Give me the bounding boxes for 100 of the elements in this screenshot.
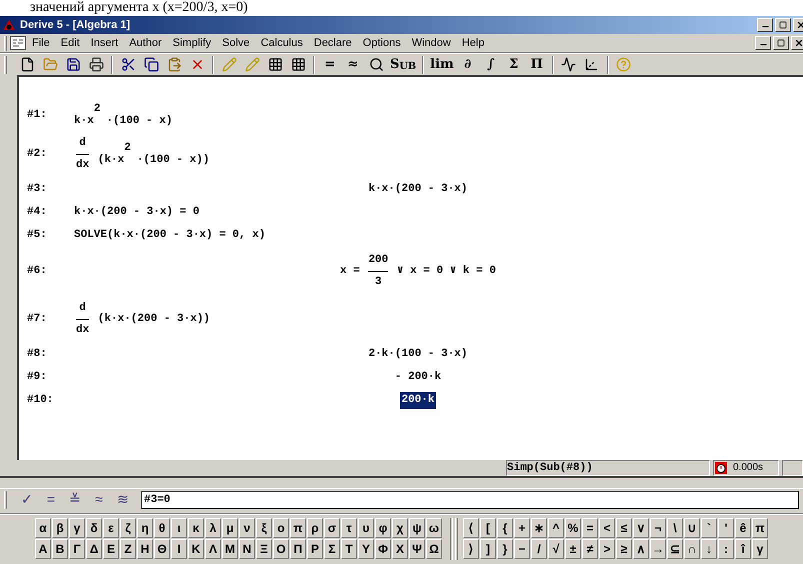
greek-letter-button[interactable]: σ (324, 518, 340, 538)
menu-item[interactable]: Calculus (256, 38, 308, 48)
math-symbol-button[interactable]: < (599, 518, 615, 538)
math-symbol-button[interactable]: γ (752, 539, 768, 559)
math-symbol-button[interactable]: ⊆ (667, 539, 683, 559)
math-symbol-button[interactable]: ] (480, 539, 496, 559)
toolbar-button[interactable]: Π (526, 54, 548, 74)
greek-letter-button[interactable]: γ (69, 518, 85, 538)
greek-letter-button[interactable]: ε (103, 518, 119, 538)
greek-letter-button[interactable]: Υ (358, 539, 374, 559)
toolbar-button[interactable]: Σ (502, 54, 525, 74)
greek-letter-button[interactable]: ξ (256, 518, 272, 538)
minimize-button[interactable] (757, 18, 773, 32)
greek-letter-button[interactable]: Κ (188, 539, 204, 559)
math-symbol-button[interactable]: > (599, 539, 615, 559)
menu-item[interactable]: Window (406, 38, 456, 48)
math-symbol-button[interactable]: ⟩ (463, 539, 479, 559)
greek-letter-button[interactable]: Ω (426, 539, 442, 559)
author-mode-button[interactable]: ≚ (63, 490, 87, 510)
greek-letter-button[interactable]: φ (375, 518, 391, 538)
greek-letter-button[interactable]: ρ (307, 518, 323, 538)
greek-letter-button[interactable]: ι (171, 518, 187, 538)
greek-letter-button[interactable]: θ (154, 518, 170, 538)
expression-input[interactable]: #3=0 (141, 490, 799, 508)
greek-letter-button[interactable]: Ρ (307, 539, 323, 559)
greek-letter-button[interactable]: Β (52, 539, 68, 559)
author-mode-button[interactable]: ≈ (87, 490, 111, 510)
math-symbol-button[interactable]: = (582, 518, 598, 538)
greek-letter-button[interactable]: μ (222, 518, 238, 538)
math-symbol-button[interactable]: : (718, 539, 734, 559)
toolbar-button[interactable]: ∫ (480, 54, 502, 74)
greek-letter-button[interactable]: κ (188, 518, 204, 538)
greek-letter-button[interactable]: Σ (324, 539, 340, 559)
menu-item[interactable]: Options (358, 38, 406, 48)
greek-letter-button[interactable]: ν (239, 518, 255, 538)
restore-button[interactable] (775, 18, 791, 32)
greek-letter-button[interactable]: Γ (69, 539, 85, 559)
expression[interactable]: x = 200 3 ∨ x = 0 ∨ k = 0 (339, 252, 497, 290)
greek-letter-button[interactable]: Ξ (256, 539, 272, 559)
greek-letter-button[interactable]: Π (290, 539, 306, 559)
math-symbol-button[interactable]: ∩ (684, 539, 700, 559)
math-symbol-button[interactable]: ∨ (633, 518, 649, 538)
menu-item[interactable]: Solve (217, 38, 255, 48)
menu-item[interactable]: Help (456, 38, 490, 48)
math-symbol-button[interactable]: ' (718, 518, 734, 538)
math-symbol-button[interactable]: ¬ (650, 518, 666, 538)
greek-letter-button[interactable]: δ (86, 518, 102, 538)
author-mode-button[interactable]: ≋ (111, 490, 135, 510)
expression[interactable]: 2·k·(100 - 3·x) (367, 346, 469, 363)
menu-item[interactable]: Simplify (168, 38, 216, 48)
menu-item[interactable]: Edit (56, 38, 85, 48)
greek-letter-button[interactable]: Τ (341, 539, 357, 559)
math-symbol-button[interactable]: ∪ (684, 518, 700, 538)
greek-letter-button[interactable]: Η (137, 539, 153, 559)
greek-letter-button[interactable]: Ι (171, 539, 187, 559)
greek-letter-button[interactable]: Λ (205, 539, 221, 559)
greek-letter-button[interactable]: Ο (273, 539, 289, 559)
greek-letter-button[interactable]: Φ (375, 539, 391, 559)
greek-letter-button[interactable]: υ (358, 518, 374, 538)
greek-letter-button[interactable]: ψ (409, 518, 425, 538)
expression[interactable]: - 200·k (394, 369, 442, 386)
math-symbol-button[interactable]: − (514, 539, 530, 559)
author-mode-button[interactable]: ✓ (15, 490, 39, 510)
toolbar-button[interactable]: ≈ (342, 54, 364, 74)
greek-letter-button[interactable]: λ (205, 518, 221, 538)
greek-letter-button[interactable]: π (290, 518, 306, 538)
toolbar-button[interactable]: lim (428, 54, 456, 74)
math-symbol-button[interactable]: ≥ (616, 539, 632, 559)
doc-restore-button[interactable] (773, 36, 789, 50)
math-symbol-button[interactable]: ↓ (701, 539, 717, 559)
math-symbol-button[interactable]: ⟨ (463, 518, 479, 538)
greek-letter-button[interactable]: β (52, 518, 68, 538)
math-symbol-button[interactable]: î (735, 539, 751, 559)
math-symbol-button[interactable]: ≤ (616, 518, 632, 538)
math-symbol-button[interactable]: / (531, 539, 547, 559)
math-symbol-button[interactable]: + (514, 518, 530, 538)
math-symbol-button[interactable]: ∗ (531, 518, 547, 538)
expression[interactable]: SOLVE(k·x·(200 - 3·x) = 0, x) (73, 227, 266, 244)
math-symbol-button[interactable]: ∧ (633, 539, 649, 559)
doc-minimize-button[interactable] (755, 36, 771, 50)
greek-letter-button[interactable]: Μ (222, 539, 238, 559)
toolbar-button[interactable]: ∂ (456, 54, 479, 74)
math-symbol-button[interactable]: ` (701, 518, 717, 538)
math-symbol-button[interactable]: % (565, 518, 581, 538)
menu-item[interactable]: File (27, 38, 55, 48)
greek-letter-button[interactable]: Δ (86, 539, 102, 559)
greek-letter-button[interactable]: ω (426, 518, 442, 538)
greek-letter-button[interactable]: α (35, 518, 51, 538)
math-symbol-button[interactable]: √ (548, 539, 564, 559)
expression[interactable]: k·x·(200 - 3·x) (367, 181, 469, 198)
math-symbol-button[interactable]: π (752, 518, 768, 538)
math-symbol-button[interactable]: ± (565, 539, 581, 559)
math-symbol-button[interactable]: ê (735, 518, 751, 538)
greek-letter-button[interactable]: Ν (239, 539, 255, 559)
expression[interactable]: d dx (k·x·(200 - 3·x)) (73, 300, 212, 338)
greek-letter-button[interactable]: ο (273, 518, 289, 538)
menu-item[interactable]: Insert (86, 38, 124, 48)
greek-letter-button[interactable]: Ζ (120, 539, 136, 559)
greek-letter-button[interactable]: χ (392, 518, 408, 538)
greek-letter-button[interactable]: ζ (120, 518, 136, 538)
